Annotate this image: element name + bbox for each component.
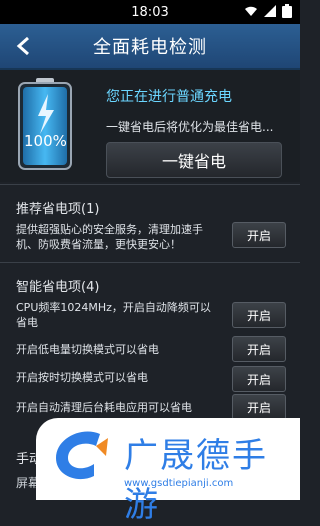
optimize-note: 一键省电后将优化为最佳省电... xyxy=(106,120,274,134)
watermark-overlay: 广晟德手游 www.gsdtiepianji.com xyxy=(36,418,300,525)
smart-item-lowbattery-enable-button[interactable]: 开启 xyxy=(232,336,286,362)
page-title: 全面耗电检测 xyxy=(93,37,207,58)
divider xyxy=(0,262,300,263)
smart-section-title: 智能省电项(4) xyxy=(16,280,100,295)
signal-icon xyxy=(264,5,276,17)
recommended-section-title: 推荐省电项(1) xyxy=(16,202,100,217)
status-bar: 18:03 xyxy=(0,0,300,24)
recommended-item-text: 提供超强贴心的安全服务，清理加速手机、防吸费省流量，更快更安心！ xyxy=(16,223,203,251)
smart-item-autoclean-enable-button[interactable]: 开启 xyxy=(232,394,286,420)
back-arrow-icon xyxy=(16,36,29,56)
battery-summary: 100% 您正在进行普通充电 一键省电后将优化为最佳省电... 一键省电 xyxy=(0,70,300,182)
smart-item-cpu-text: CPU频率1024MHz，开启自动降频可以省电 xyxy=(16,301,211,329)
back-button[interactable] xyxy=(10,32,36,60)
smart-item-autoclean-text: 开启自动清理后台耗电应用可以省电 xyxy=(16,401,192,414)
battery-icon xyxy=(282,4,292,18)
title-bar: 全面耗电检测 xyxy=(0,24,300,70)
one-key-save-button[interactable]: 一键省电 xyxy=(106,142,282,178)
smart-item-cpu-enable-button[interactable]: 开启 xyxy=(232,302,286,328)
watermark-text: 广晟德手游 xyxy=(124,436,268,525)
smart-item-schedule-enable-button[interactable]: 开启 xyxy=(232,366,286,392)
battery-percent: 100% xyxy=(24,132,67,150)
divider xyxy=(0,184,300,185)
smart-item-lowbattery-text: 开启低电量切换模式可以省电 xyxy=(16,343,159,356)
smart-item-schedule-text: 开启按时切换模式可以省电 xyxy=(16,371,148,384)
watermark-url: www.gsdtiepianji.com xyxy=(124,478,234,489)
charging-status: 您正在进行普通充电 xyxy=(106,89,232,105)
recommended-enable-button[interactable]: 开启 xyxy=(232,222,286,248)
status-icons xyxy=(244,4,292,18)
status-time: 18:03 xyxy=(131,4,169,20)
wifi-icon xyxy=(245,6,257,16)
watermark-logo-icon xyxy=(56,431,108,480)
battery-graphic xyxy=(18,78,72,170)
